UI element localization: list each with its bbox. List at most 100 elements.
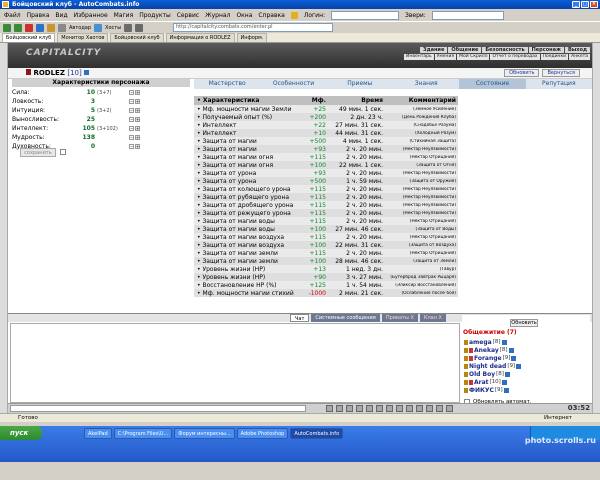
back-button[interactable]: Вернуться xyxy=(542,69,580,77)
home-icon[interactable] xyxy=(47,23,55,32)
online-user[interactable]: Arat [10] xyxy=(464,378,507,386)
minus-button[interactable]: − xyxy=(129,90,134,95)
users-icon[interactable] xyxy=(386,405,393,412)
nav-communication[interactable]: Общение xyxy=(448,47,482,53)
menu-edit[interactable]: Правка xyxy=(27,12,50,19)
settings-icon[interactable] xyxy=(376,405,383,412)
login-field[interactable] xyxy=(331,10,400,20)
menu-journal[interactable]: Журнал xyxy=(205,12,230,19)
address-bar[interactable]: http://capitalcity.combats.com/enter.pl xyxy=(173,23,333,32)
translit-icon[interactable] xyxy=(356,405,363,412)
right-frame-handle[interactable] xyxy=(592,43,600,413)
task-forum[interactable]: Форум интересны... xyxy=(174,428,235,439)
maximize-button[interactable]: □ xyxy=(581,1,589,8)
bell-icon[interactable] xyxy=(290,11,298,19)
online-user[interactable]: Night dead [9] xyxy=(464,362,522,370)
clear-icon[interactable] xyxy=(346,405,353,412)
plus-button[interactable]: + xyxy=(135,99,140,104)
book-icon[interactable] xyxy=(436,405,443,412)
info-icon[interactable] xyxy=(511,355,517,361)
plus-button[interactable]: + xyxy=(135,126,140,131)
nav-my-scroll[interactable]: Мой Скрилл xyxy=(457,54,490,60)
tab-fight-club[interactable]: Бойцовский клуб xyxy=(2,33,56,42)
tab-reputation[interactable]: Репутация xyxy=(526,79,592,89)
tab-state[interactable]: Состояние xyxy=(459,79,526,89)
tab-chat[interactable]: Чат xyxy=(290,314,310,322)
plus-button[interactable]: + xyxy=(135,117,140,122)
minimize-button[interactable]: _ xyxy=(572,1,580,8)
info-icon[interactable] xyxy=(516,363,522,369)
tab-info[interactable]: Информ. xyxy=(236,33,268,42)
chat-input[interactable] xyxy=(10,405,306,412)
mail-icon[interactable] xyxy=(416,405,423,412)
nav-building[interactable]: Здание xyxy=(420,47,448,53)
online-user[interactable]: Anekay [8] xyxy=(464,346,514,354)
nav-duels[interactable]: Поединки xyxy=(540,54,569,60)
exit-icon[interactable] xyxy=(446,405,453,412)
refresh-button[interactable]: Обновить xyxy=(504,69,540,77)
print-icon[interactable] xyxy=(58,23,66,32)
hosts-icon[interactable] xyxy=(94,23,103,32)
beasts-field[interactable] xyxy=(431,10,504,20)
minus-button[interactable]: − xyxy=(129,144,134,149)
menu-products[interactable]: Продукты xyxy=(139,12,171,19)
tab-features[interactable]: Особенности xyxy=(260,79,326,89)
tab-info-rodlez[interactable]: Информация о RODLEZ xyxy=(165,33,235,42)
back-icon[interactable] xyxy=(3,23,11,32)
start-button[interactable]: пуск xyxy=(0,426,42,440)
task-photoshop[interactable]: Adobe Photoshop xyxy=(236,428,289,439)
tab-system-messages[interactable]: Системные сообщения xyxy=(311,314,380,322)
autoadd-button[interactable]: Автодар xyxy=(69,25,91,31)
task-program-files[interactable]: C:\Program Files\U... xyxy=(113,428,173,439)
menu-help[interactable]: Справка xyxy=(258,12,284,19)
stop-icon[interactable] xyxy=(25,23,33,32)
info-icon[interactable] xyxy=(503,387,509,393)
nav-transfers[interactable]: Отчет о переводах xyxy=(490,54,540,60)
task-akelpad[interactable]: AkelPad xyxy=(84,428,112,439)
plus-button[interactable]: + xyxy=(135,135,140,140)
menu-view[interactable]: Вид xyxy=(55,12,67,19)
nav-skills[interactable]: Умения xyxy=(434,54,457,60)
menu-favorites[interactable]: Избранное xyxy=(74,12,108,19)
online-refresh-button[interactable]: Обновить xyxy=(510,319,538,327)
save-button[interactable]: сохранить xyxy=(20,148,56,157)
menu-file[interactable]: Файл xyxy=(4,12,21,19)
task-autocombats[interactable]: AutoCombats.info xyxy=(290,428,344,439)
nav-exit[interactable]: Выход xyxy=(564,47,590,53)
hosts-button[interactable]: Хосты xyxy=(105,25,121,31)
refresh-icon[interactable] xyxy=(36,23,44,32)
menu-magic[interactable]: Магия xyxy=(114,12,134,19)
online-user[interactable]: amega [8] xyxy=(464,338,507,346)
info-icon[interactable] xyxy=(504,371,510,377)
online-user[interactable]: Old Boy [8] xyxy=(464,370,510,378)
left-frame-handle[interactable] xyxy=(0,43,8,413)
chat-area[interactable] xyxy=(10,323,460,403)
close-button[interactable]: × xyxy=(590,1,598,8)
info-icon[interactable] xyxy=(508,347,514,353)
nav-character[interactable]: Персонаж xyxy=(528,47,564,53)
forward-icon[interactable] xyxy=(14,23,22,32)
online-user[interactable]: Forange [9] xyxy=(464,354,517,362)
menu-windows[interactable]: Окна xyxy=(236,12,252,19)
map-icon[interactable] xyxy=(406,405,413,412)
tools-icon[interactable] xyxy=(124,23,133,32)
minus-button[interactable]: − xyxy=(129,108,134,113)
tab-techniques[interactable]: Приемы xyxy=(327,79,393,89)
info-icon[interactable] xyxy=(501,379,507,385)
plus-button[interactable]: + xyxy=(135,144,140,149)
nav-inventory[interactable]: Инвентарь xyxy=(404,54,434,60)
character-name[interactable]: RODLEZ [10] xyxy=(26,69,90,77)
info-icon[interactable] xyxy=(84,70,90,75)
minus-button[interactable]: − xyxy=(129,135,134,140)
tab-privates[interactable]: Приваты X xyxy=(381,314,418,322)
menu-service[interactable]: Сервис xyxy=(177,12,199,19)
nav-profile[interactable]: Анкета xyxy=(569,54,590,60)
bag-icon[interactable] xyxy=(426,405,433,412)
plus-button[interactable]: + xyxy=(135,108,140,113)
plus-button[interactable]: + xyxy=(135,90,140,95)
save-checkbox[interactable] xyxy=(60,149,66,155)
filter-icon[interactable] xyxy=(336,405,343,412)
nav-security[interactable]: Безопасность xyxy=(482,47,528,53)
tab-mastery[interactable]: Мастерство xyxy=(194,79,260,89)
tab-chaos-monitor[interactable]: Монитор Хаотов xyxy=(57,33,109,42)
